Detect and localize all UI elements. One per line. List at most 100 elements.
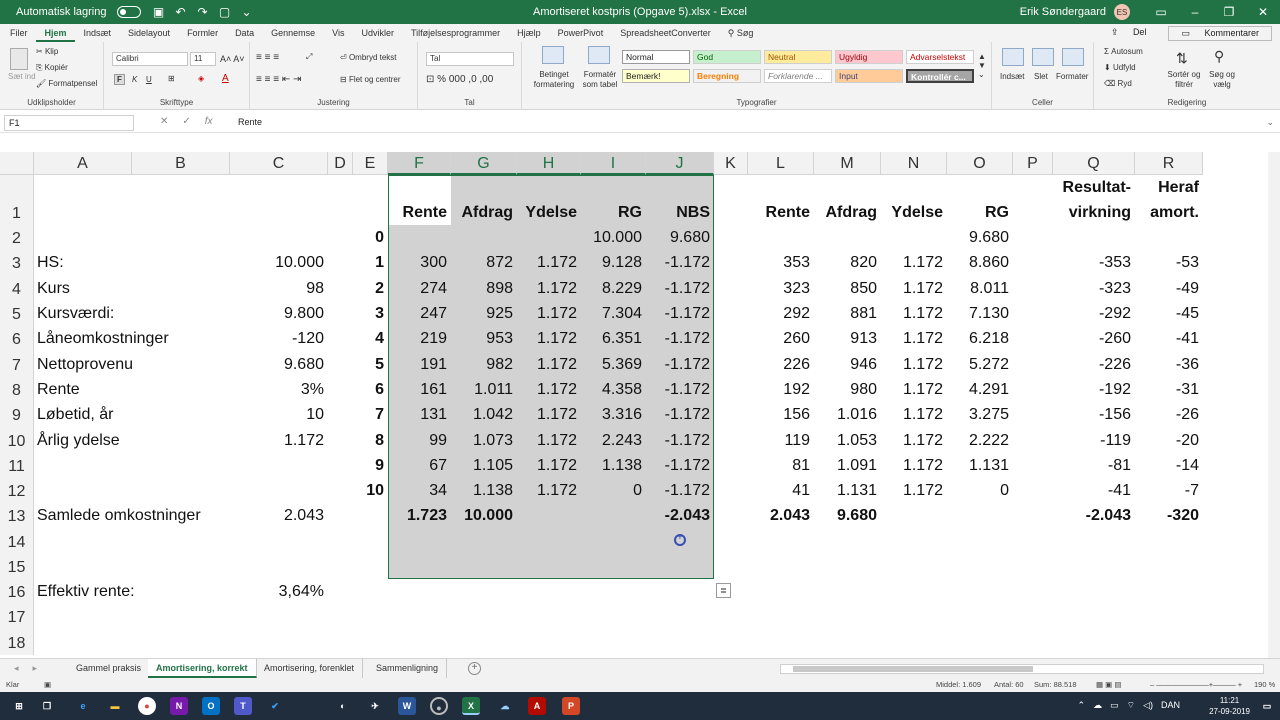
- minimize-icon[interactable]: –: [1178, 0, 1212, 24]
- value-cell-c5[interactable]: 9.800: [230, 301, 324, 326]
- table-cell[interactable]: 67: [388, 453, 447, 478]
- table-cell[interactable]: 1.131: [947, 453, 1009, 478]
- label-cell-a13[interactable]: Samlede omkostninger: [37, 503, 201, 528]
- header-cell-q1-line1[interactable]: Resultat-: [1053, 175, 1131, 200]
- total-cell[interactable]: 9.680: [814, 503, 877, 528]
- table-cell[interactable]: -20: [1135, 428, 1199, 453]
- period-cell-e11[interactable]: 9: [353, 453, 384, 478]
- table-cell[interactable]: -192: [1053, 377, 1131, 402]
- table-cell[interactable]: 850: [814, 276, 877, 301]
- table-cell[interactable]: 292: [748, 301, 810, 326]
- font-size-select[interactable]: 11: [190, 52, 216, 66]
- format-table-button[interactable]: Formatér som tabel: [576, 70, 624, 90]
- next-sheet-icon[interactable]: ▸: [33, 663, 38, 674]
- table-cell[interactable]: -14: [1135, 453, 1199, 478]
- table-cell[interactable]: 41: [748, 478, 810, 503]
- table-cell[interactable]: 1.172: [881, 352, 943, 377]
- value-cell-c8[interactable]: 3%: [230, 377, 324, 402]
- tab-tilfoejelser[interactable]: Tilføjelsesprogrammer: [402, 24, 508, 42]
- column-header-e[interactable]: E: [353, 152, 388, 175]
- period-cell-e9[interactable]: 7: [353, 402, 384, 427]
- ribbon-display-icon[interactable]: ▭: [1144, 0, 1178, 24]
- bold-button[interactable]: F: [114, 74, 125, 85]
- sheet-tab-sammenligning[interactable]: Sammenligning: [368, 659, 448, 678]
- word-icon[interactable]: W: [398, 697, 416, 715]
- tab-vis[interactable]: Vis: [324, 24, 353, 42]
- tray-chevron-icon[interactable]: ⌃: [1078, 700, 1086, 711]
- cut-button[interactable]: ✂ Klip: [36, 47, 58, 56]
- table-cell[interactable]: 1.172: [517, 326, 577, 351]
- table-cell[interactable]: 323: [748, 276, 810, 301]
- powerpoint-icon[interactable]: P: [562, 697, 580, 715]
- total-cell[interactable]: 2.043: [748, 503, 810, 528]
- period-cell-e6[interactable]: 4: [353, 326, 384, 351]
- format-painter-button[interactable]: 🖌 Formatpensel: [36, 79, 97, 88]
- table-cell[interactable]: -323: [1053, 276, 1131, 301]
- fill-button[interactable]: ⬇ Udfyld: [1104, 63, 1136, 72]
- header-cell-n1[interactable]: Ydelse: [881, 200, 943, 225]
- row-header-14[interactable]: 14: [0, 528, 34, 554]
- table-cell[interactable]: -53: [1135, 250, 1199, 275]
- table-cell[interactable]: 8.011: [947, 276, 1009, 301]
- table-cell[interactable]: 820: [814, 250, 877, 275]
- table-cell[interactable]: -1.172: [646, 402, 710, 427]
- column-header-a[interactable]: A: [34, 152, 132, 175]
- sheet-tab-amortisering-korrekt[interactable]: Amortisering, korrekt: [148, 659, 257, 678]
- font-color-icon[interactable]: A: [222, 73, 229, 84]
- table-cell[interactable]: 1.172: [881, 377, 943, 402]
- delete-cells-button[interactable]: Slet: [1034, 72, 1048, 81]
- table-cell[interactable]: -292: [1053, 301, 1131, 326]
- table-cell[interactable]: -1.172: [646, 276, 710, 301]
- find-select-icon[interactable]: ⚲: [1214, 48, 1224, 65]
- column-header-k[interactable]: K: [714, 152, 748, 175]
- row-header-5[interactable]: 5: [0, 301, 34, 326]
- tab-filer[interactable]: Filer: [0, 24, 36, 42]
- table-cell[interactable]: 881: [814, 301, 877, 326]
- tab-powerpivot[interactable]: PowerPivot: [549, 24, 612, 42]
- row-header-17[interactable]: 17: [0, 604, 34, 629]
- table-cell[interactable]: 1.131: [814, 478, 877, 503]
- label-cell-a10[interactable]: Årlig ydelse: [37, 428, 120, 453]
- vertical-scrollbar[interactable]: [1268, 152, 1280, 658]
- table-cell[interactable]: -260: [1053, 326, 1131, 351]
- row-header-6[interactable]: 6: [0, 326, 34, 351]
- table-cell[interactable]: 0: [947, 478, 1009, 503]
- header-cell-m1[interactable]: Afdrag: [814, 200, 877, 225]
- row-header-13[interactable]: 13: [0, 503, 34, 528]
- header-cell-l1[interactable]: Rente: [748, 200, 810, 225]
- tab-gennemse[interactable]: Gennemse: [263, 24, 324, 42]
- table-cell[interactable]: 1.172: [517, 428, 577, 453]
- macro-record-icon[interactable]: ▣: [44, 680, 51, 689]
- table-cell[interactable]: -156: [1053, 402, 1131, 427]
- label-cell-a8[interactable]: Rente: [37, 377, 80, 402]
- column-header-j[interactable]: J: [646, 152, 714, 175]
- table-cell[interactable]: 953: [451, 326, 513, 351]
- network-icon[interactable]: ⌔: [1127, 700, 1135, 711]
- app-icon-2[interactable]: ✈: [366, 697, 384, 715]
- table-cell[interactable]: 300: [388, 250, 447, 275]
- table-cell[interactable]: 1.138: [581, 453, 642, 478]
- table-cell[interactable]: 1.172: [881, 428, 943, 453]
- column-header-l[interactable]: L: [748, 152, 814, 175]
- table-cell[interactable]: -45: [1135, 301, 1199, 326]
- table-cell[interactable]: 0: [581, 478, 642, 503]
- table-cell[interactable]: 81: [748, 453, 810, 478]
- tab-hjaelp[interactable]: Hjælp: [509, 24, 550, 42]
- style-bad[interactable]: Ugyldig: [835, 50, 903, 64]
- table-cell[interactable]: -36: [1135, 352, 1199, 377]
- formula-input[interactable]: Rente: [238, 117, 262, 127]
- value-cell-c16[interactable]: 3,64%: [230, 579, 324, 604]
- label-cell-a16[interactable]: Effektiv rente:: [37, 579, 135, 604]
- tab-spreadsheetconverter[interactable]: SpreadsheetConverter: [612, 24, 720, 42]
- horizontal-scrollbar[interactable]: [780, 664, 1264, 674]
- view-normal-icon[interactable]: ▦ ▣ ▤: [1096, 680, 1121, 689]
- period-cell-e2[interactable]: 0: [353, 225, 384, 250]
- orientation-icon[interactable]: ⤢: [306, 52, 312, 62]
- table-cell[interactable]: 1.172: [881, 453, 943, 478]
- table-cell[interactable]: -119: [1053, 428, 1131, 453]
- style-calculation[interactable]: Beregning: [693, 69, 761, 83]
- customize-icon[interactable]: ⌄: [239, 5, 255, 19]
- tab-hjem[interactable]: Hjem: [36, 24, 76, 42]
- table-cell[interactable]: 1.172: [517, 402, 577, 427]
- header-cell-g1[interactable]: Afdrag: [451, 200, 513, 225]
